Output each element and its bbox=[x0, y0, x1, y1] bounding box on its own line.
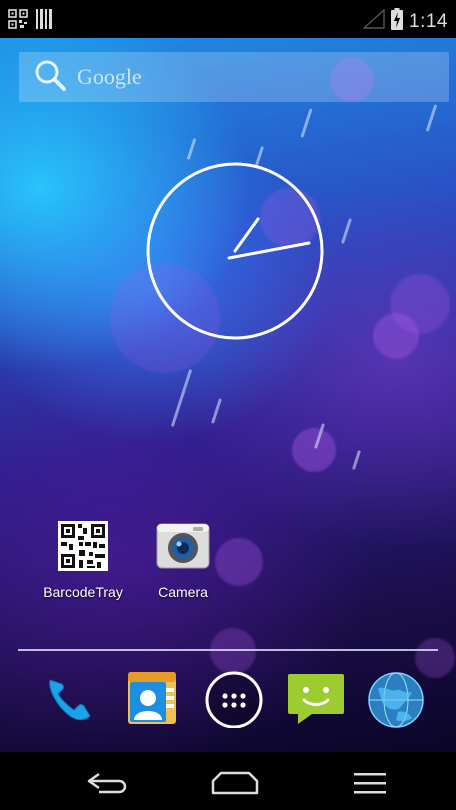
dock-app-drawer[interactable] bbox=[204, 668, 264, 729]
globe-icon bbox=[368, 672, 424, 728]
wallpaper-streak bbox=[211, 398, 222, 424]
dock-divider bbox=[18, 649, 438, 651]
wallpaper-streak bbox=[186, 138, 197, 160]
app-drawer-icon bbox=[205, 671, 263, 729]
app-barcodetray[interactable]: BarcodeTray bbox=[33, 518, 133, 600]
analog-clock-widget[interactable] bbox=[145, 161, 325, 341]
wallpaper-streak bbox=[341, 218, 352, 244]
battery-charging-icon bbox=[391, 8, 404, 35]
home-screen[interactable]: Google BarcodeTray Camera bbox=[0, 38, 456, 752]
clock-minute-hand bbox=[227, 241, 311, 260]
qr-code-icon bbox=[8, 9, 28, 34]
status-clock: 1:14 bbox=[409, 10, 448, 32]
app-label: BarcodeTray bbox=[43, 584, 123, 600]
wallpaper-streak bbox=[351, 450, 362, 470]
messaging-icon bbox=[288, 674, 344, 724]
navigation-bar bbox=[0, 752, 456, 810]
app-label: Camera bbox=[158, 584, 208, 600]
wallpaper-bokeh bbox=[390, 274, 450, 334]
menu-button[interactable] bbox=[340, 766, 400, 800]
dock-browser[interactable] bbox=[366, 668, 426, 728]
back-button[interactable] bbox=[78, 766, 138, 800]
qr-code-icon bbox=[55, 518, 111, 574]
search-icon bbox=[33, 58, 67, 97]
clock-hour-hand bbox=[233, 217, 260, 253]
app-camera[interactable]: Camera bbox=[133, 518, 233, 600]
wallpaper-streak bbox=[170, 369, 193, 427]
dock-messaging[interactable] bbox=[286, 668, 346, 728]
back-icon bbox=[87, 772, 127, 794]
search-label: Google bbox=[77, 64, 142, 89]
dock bbox=[0, 668, 456, 738]
signal-icon bbox=[362, 8, 385, 34]
home-icon bbox=[211, 771, 259, 795]
wallpaper-bokeh bbox=[292, 428, 336, 472]
menu-icon bbox=[354, 773, 386, 794]
camera-icon bbox=[155, 518, 211, 574]
dock-phone[interactable] bbox=[40, 668, 100, 728]
contacts-icon bbox=[128, 672, 176, 724]
wallpaper-streak bbox=[300, 108, 313, 138]
status-bar: 1:14 bbox=[0, 0, 456, 38]
phone-icon bbox=[49, 679, 91, 721]
barcode-icon bbox=[36, 9, 54, 34]
wallpaper-streak bbox=[425, 104, 438, 132]
dock-contacts[interactable] bbox=[122, 668, 182, 728]
google-search-bar[interactable]: Google bbox=[19, 52, 449, 102]
home-button[interactable] bbox=[205, 766, 265, 800]
